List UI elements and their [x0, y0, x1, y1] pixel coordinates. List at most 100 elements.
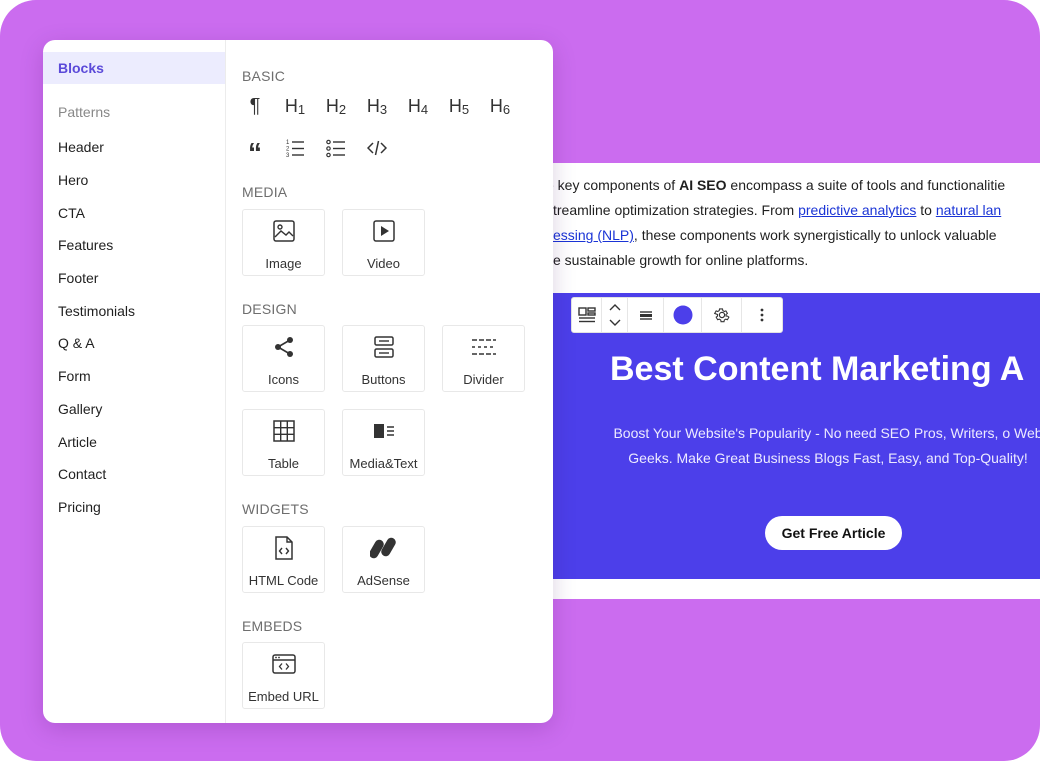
- heading-3-block[interactable]: H3: [360, 92, 394, 120]
- heading-letter: H: [284, 95, 298, 116]
- block-inserter-panel: Blocks Patterns Header Hero CTA Features…: [43, 40, 553, 723]
- text-fragment: to: [916, 202, 936, 218]
- text-fragment: encompass a suite of tools and functiona…: [726, 177, 1006, 193]
- sidebar-item-blocks[interactable]: Blocks: [43, 52, 225, 84]
- bullet-list-icon: [326, 139, 345, 158]
- sidebar-item-header[interactable]: Header: [43, 131, 225, 163]
- sidebar-item-testimonials[interactable]: Testimonials: [43, 295, 225, 327]
- inserter-blocks-area: BASIC ¶ H1 H2 H3 H4 H5 H6 “ 123 MEDIA Im…: [226, 40, 553, 723]
- inserter-sidebar: Blocks Patterns Header Hero CTA Features…: [43, 40, 226, 723]
- link-nlp[interactable]: cessing (NLP): [546, 227, 634, 243]
- table-block-label: Table: [267, 456, 300, 471]
- video-block-label: Video: [366, 256, 400, 271]
- color-button[interactable]: [664, 298, 702, 332]
- move-button[interactable]: [602, 298, 628, 332]
- code-icon: [367, 140, 387, 156]
- link-natural-language[interactable]: natural lan: [936, 202, 1001, 218]
- app-canvas: e key components of AI SEO encompass a s…: [0, 0, 1040, 761]
- heading-1-block[interactable]: H1: [278, 92, 312, 120]
- heading-2-block[interactable]: H2: [319, 92, 353, 120]
- layout-icon: [577, 307, 596, 323]
- embed-window-icon: [271, 654, 296, 674]
- heading-letter: H: [407, 95, 421, 116]
- sidebar-item-patterns[interactable]: Patterns: [43, 96, 225, 128]
- image-block[interactable]: Image: [242, 209, 325, 276]
- heading-level: 3: [379, 101, 388, 117]
- svg-text:2: 2: [286, 147, 290, 153]
- document-text: e key components of AI SEO encompass a s…: [470, 163, 1040, 273]
- divider-block[interactable]: Divider: [442, 325, 525, 392]
- adsense-block[interactable]: AdSense: [342, 526, 425, 593]
- media-text-block[interactable]: Media&Text: [342, 409, 425, 476]
- hero-subtitle[interactable]: Boost Your Website's Popularity - No nee…: [613, 421, 1040, 471]
- numbered-list-block[interactable]: 123: [278, 134, 312, 162]
- more-button[interactable]: [742, 298, 782, 332]
- sidebar-item-qa[interactable]: Q & A: [43, 327, 225, 359]
- link-predictive-analytics[interactable]: predictive analytics: [798, 202, 916, 218]
- text-line-3: cessing (NLP), these components work syn…: [546, 223, 1040, 248]
- heading-6-block[interactable]: H6: [483, 92, 517, 120]
- media-text-icon: [373, 424, 394, 438]
- section-title-media: MEDIA: [242, 184, 288, 200]
- sidebar-item-article[interactable]: Article: [43, 426, 225, 458]
- align-button[interactable]: [628, 298, 664, 332]
- more-vertical-icon: [760, 308, 764, 322]
- heading-6-icon: H6: [490, 96, 510, 117]
- gear-icon: [713, 308, 730, 323]
- numbered-list-icon: 123: [286, 140, 304, 158]
- hero-title[interactable]: Best Content Marketing A: [610, 350, 1024, 389]
- image-icon: [272, 220, 295, 242]
- quote-icon: “: [248, 137, 262, 168]
- table-icon: [272, 420, 295, 442]
- adsense-icon: [369, 537, 396, 559]
- heading-level: 4: [420, 101, 429, 117]
- buttons-block[interactable]: Buttons: [342, 325, 425, 392]
- sidebar-item-cta[interactable]: CTA: [43, 197, 225, 229]
- embed-url-block-label: Embed URL: [248, 689, 319, 704]
- text-line-4: ve sustainable growth for online platfor…: [546, 248, 1040, 273]
- table-block[interactable]: Table: [242, 409, 325, 476]
- bullet-list-block[interactable]: [319, 134, 353, 162]
- sidebar-item-features[interactable]: Features: [43, 229, 225, 261]
- media-text-block-label: Media&Text: [349, 456, 418, 471]
- heading-letter: H: [448, 95, 462, 116]
- embed-url-block[interactable]: Embed URL: [242, 642, 325, 709]
- sidebar-item-footer[interactable]: Footer: [43, 262, 225, 294]
- paragraph-block[interactable]: ¶: [238, 92, 272, 120]
- video-icon: [372, 220, 395, 242]
- text-fragment: e key components of: [546, 177, 680, 193]
- sidebar-item-gallery[interactable]: Gallery: [43, 393, 225, 425]
- get-free-article-button[interactable]: Get Free Article: [765, 516, 902, 550]
- video-block[interactable]: Video: [342, 209, 425, 276]
- text-line-1: e key components of AI SEO encompass a s…: [546, 173, 1040, 198]
- code-block[interactable]: [360, 134, 394, 162]
- buttons-icon: [373, 336, 394, 358]
- html-code-block[interactable]: HTML Code: [242, 526, 325, 593]
- sidebar-item-hero[interactable]: Hero: [43, 164, 225, 196]
- align-icon: [639, 311, 652, 320]
- heading-3-icon: H3: [367, 96, 387, 117]
- html-file-icon: [274, 536, 293, 560]
- icons-block[interactable]: Icons: [242, 325, 325, 392]
- color-swatch-icon: [673, 305, 692, 325]
- adsense-block-label: AdSense: [357, 573, 410, 588]
- image-block-label: Image: [265, 256, 302, 271]
- heading-4-block[interactable]: H4: [401, 92, 435, 120]
- quote-block[interactable]: “: [238, 134, 272, 168]
- svg-text:3: 3: [286, 153, 290, 158]
- html-code-block-label: HTML Code: [248, 573, 319, 588]
- sidebar-item-form[interactable]: Form: [43, 360, 225, 392]
- text-bold: AI SEO: [679, 177, 727, 193]
- hero-block[interactable]: Best Content Marketing A Boost Your Webs…: [553, 293, 1040, 579]
- divider-block-label: Divider: [463, 372, 504, 387]
- move-arrows-icon: [609, 304, 620, 326]
- heading-5-block[interactable]: H5: [442, 92, 476, 120]
- share-icon: [274, 337, 293, 357]
- settings-button[interactable]: [702, 298, 742, 332]
- layout-button[interactable]: [572, 298, 602, 332]
- text-fragment: ve sustainable growth for online platfor…: [546, 252, 809, 268]
- sidebar-item-contact[interactable]: Contact: [43, 458, 225, 490]
- sidebar-item-pricing[interactable]: Pricing: [43, 491, 225, 523]
- buttons-block-label: Buttons: [361, 372, 406, 387]
- heading-level: 6: [502, 101, 511, 117]
